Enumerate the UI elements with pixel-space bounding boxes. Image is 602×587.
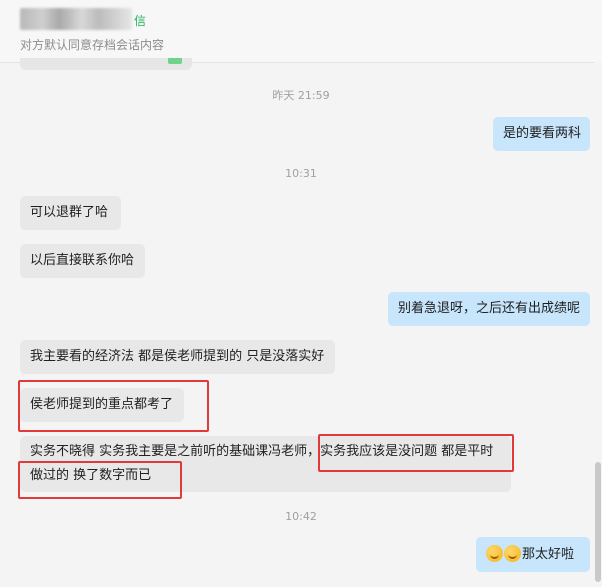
highlight-box <box>18 380 209 432</box>
message-incoming[interactable]: 我主要看的经济法 都是侯老师提到的 只是没落实好 <box>20 340 335 374</box>
timestamp: 昨天 21:59 <box>272 89 330 102</box>
message-outgoing[interactable]: 别着急退呀，之后还有出成绩呢 <box>388 292 590 326</box>
message-incoming[interactable]: 以后直接联系你哈 <box>20 244 145 278</box>
timestamp: 10:42 <box>285 510 317 523</box>
message-incoming[interactable]: 可以退群了哈 <box>20 196 121 230</box>
smile-emoji-icon <box>504 545 521 562</box>
message-outgoing[interactable]: 那太好啦 <box>476 537 590 572</box>
message-text: 那太好啦 <box>522 547 575 562</box>
previous-message-fragment <box>20 58 192 70</box>
timestamp: 10:31 <box>285 167 317 180</box>
archive-notice: 对方默认同意存档会话内容 <box>20 38 165 52</box>
message-outgoing[interactable]: 是的要看两科 <box>493 117 590 151</box>
chat-header: 信 对方默认同意存档会话内容 <box>0 0 602 63</box>
highlight-box <box>318 434 514 472</box>
contact-name-blurred <box>20 8 132 30</box>
highlight-box <box>18 461 182 499</box>
smile-emoji-icon <box>486 545 503 562</box>
scrollbar-thumb[interactable] <box>595 462 601 582</box>
contact-name-suffix: 信 <box>134 14 147 28</box>
